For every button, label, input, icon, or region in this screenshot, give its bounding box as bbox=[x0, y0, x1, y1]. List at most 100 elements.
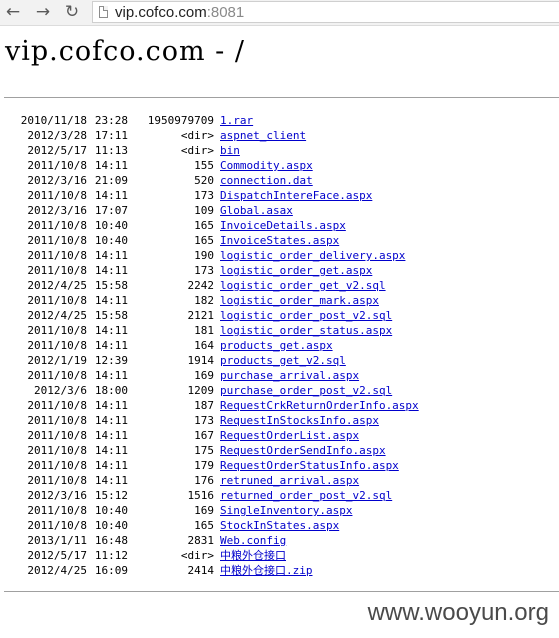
entry-time: 14:11 bbox=[94, 444, 128, 457]
url-text[interactable]: vip.cofco.com:8081 bbox=[115, 4, 244, 22]
entry-size: 165 bbox=[194, 234, 214, 247]
entry-size: 190 bbox=[194, 249, 214, 262]
listing-row: 2010/11/18 23:28 1950979709 1.rar bbox=[0, 114, 559, 129]
entry-date: 2011/10/8 bbox=[27, 429, 87, 442]
entry-link[interactable]: returned_order_post_v2.sql bbox=[220, 489, 392, 503]
entry-size: 173 bbox=[194, 264, 214, 277]
entry-link[interactable]: StockInStates.aspx bbox=[220, 519, 339, 533]
entry-date: 2012/3/16 bbox=[27, 489, 87, 502]
entry-size: <dir> bbox=[180, 129, 214, 142]
entry-time: 14:11 bbox=[94, 294, 128, 307]
arrow-right-icon[interactable]: → bbox=[33, 2, 53, 22]
entry-link[interactable]: retruned_arrival.aspx bbox=[220, 474, 359, 488]
entry-link[interactable]: RequestCrkReturnOrderInfo.aspx bbox=[220, 399, 419, 413]
entry-link[interactable]: Commodity.aspx bbox=[220, 159, 313, 173]
listing-row: 2012/3/16 15:12 1516 returned_order_post_v2… bbox=[0, 489, 559, 504]
entry-time: 14:11 bbox=[94, 249, 128, 262]
listing-row: 2012/3/6 18:00 1209 purchase_order_post_v2.… bbox=[0, 384, 559, 399]
entry-time: 15:58 bbox=[94, 309, 128, 322]
entry-size: <dir> bbox=[180, 144, 214, 157]
entry-date: 2011/10/8 bbox=[27, 339, 87, 352]
entry-link[interactable]: SingleInventory.aspx bbox=[220, 504, 352, 518]
entry-date: 2011/10/8 bbox=[27, 264, 87, 277]
entry-size: 2831 bbox=[187, 534, 215, 547]
entry-link[interactable]: bin bbox=[220, 144, 240, 158]
entry-size: 109 bbox=[194, 204, 214, 217]
listing-row: 2011/10/8 14:11 187 RequestCrkReturnOrderIn… bbox=[0, 399, 559, 414]
entry-date: 2012/4/25 bbox=[27, 279, 87, 292]
entry-link[interactable]: RequestOrderStatusInfo.aspx bbox=[220, 459, 399, 473]
entry-date: 2011/10/8 bbox=[27, 459, 87, 472]
entry-time: 14:11 bbox=[94, 189, 128, 202]
entry-size: 164 bbox=[194, 339, 214, 352]
listing-row: 2011/10/8 14:11 176 retruned_arrival.aspx bbox=[0, 474, 559, 489]
address-bar[interactable]: vip.cofco.com:8081 bbox=[92, 1, 559, 23]
entry-link[interactable]: RequestInStocksInfo.aspx bbox=[220, 414, 379, 428]
entry-time: 17:11 bbox=[94, 129, 128, 142]
entry-link[interactable]: logistic_order_get.aspx bbox=[220, 264, 372, 278]
entry-date: 2012/3/6 bbox=[34, 384, 87, 397]
entry-size: 2121 bbox=[187, 309, 215, 322]
entry-date: 2012/5/17 bbox=[27, 144, 87, 157]
entry-link[interactable]: logistic_order_post_v2.sql bbox=[220, 309, 392, 323]
entry-time: 15:58 bbox=[94, 279, 128, 292]
listing-row: 2011/10/8 14:11 190 logistic_order_delivery… bbox=[0, 249, 559, 264]
entry-size: 1914 bbox=[187, 354, 215, 367]
entry-size: 165 bbox=[194, 519, 214, 532]
entry-time: 11:12 bbox=[94, 549, 128, 562]
reload-icon[interactable]: ↻ bbox=[62, 2, 82, 22]
directory-listing: 2010/11/18 23:28 1950979709 1.rar 2012/3/28 1… bbox=[0, 114, 559, 579]
listing-row: 2011/10/8 14:11 173 RequestInStocksInfo.asp… bbox=[0, 414, 559, 429]
entry-time: 14:11 bbox=[94, 474, 128, 487]
entry-link[interactable]: 中粮外仓接口.zip bbox=[220, 564, 313, 578]
entry-link[interactable]: InvoiceStates.aspx bbox=[220, 234, 339, 248]
entry-date: 2011/10/8 bbox=[27, 444, 87, 457]
listing-row: 2012/3/16 21:09 520 connection.dat bbox=[0, 174, 559, 189]
page-title: vip.cofco.com - / bbox=[5, 36, 245, 67]
url-host: vip.cofco.com bbox=[115, 4, 207, 21]
entry-link[interactable]: logistic_order_delivery.aspx bbox=[220, 249, 405, 263]
entry-date: 2012/5/17 bbox=[27, 549, 87, 562]
listing-row: 2012/1/19 12:39 1914 products_get_v2.sql bbox=[0, 354, 559, 369]
entry-date: 2012/3/28 bbox=[27, 129, 87, 142]
listing-row: 2012/3/16 17:07 109 Global.asax bbox=[0, 204, 559, 219]
entry-link[interactable]: purchase_arrival.aspx bbox=[220, 369, 359, 383]
entry-date: 2011/10/8 bbox=[27, 399, 87, 412]
entry-time: 14:11 bbox=[94, 429, 128, 442]
entry-link[interactable]: Web.config bbox=[220, 534, 286, 548]
entry-link[interactable]: DispatchIntereFace.aspx bbox=[220, 189, 372, 203]
entry-date: 2011/10/8 bbox=[27, 219, 87, 232]
entry-link[interactable]: logistic_order_get_v2.sql bbox=[220, 279, 386, 293]
listing-row: 2012/5/17 11:13 <dir> bin bbox=[0, 144, 559, 159]
entry-link[interactable]: Global.asax bbox=[220, 204, 293, 218]
entry-link[interactable]: products_get.aspx bbox=[220, 339, 333, 353]
entry-link[interactable]: 中粮外仓接口 bbox=[220, 549, 286, 563]
entry-link[interactable]: 1.rar bbox=[220, 114, 253, 128]
listing-row: 2011/10/8 14:11 182 logistic_order_mark.asp… bbox=[0, 294, 559, 309]
listing-row: 2011/10/8 10:40 169 SingleInventory.aspx bbox=[0, 504, 559, 519]
listing-row: 2011/10/8 14:11 181 logistic_order_status.a… bbox=[0, 324, 559, 339]
entry-link[interactable]: purchase_order_post_v2.sql bbox=[220, 384, 392, 398]
entry-link[interactable]: connection.dat bbox=[220, 174, 313, 188]
entry-link[interactable]: RequestOrderSendInfo.aspx bbox=[220, 444, 386, 458]
arrow-left-icon[interactable]: ← bbox=[3, 2, 23, 22]
listing-row: 2011/10/8 14:11 155 Commodity.aspx bbox=[0, 159, 559, 174]
entry-size: 2242 bbox=[187, 279, 215, 292]
entry-time: 14:11 bbox=[94, 339, 128, 352]
entry-time: 14:11 bbox=[94, 324, 128, 337]
listing-row: 2012/5/17 11:12 <dir> 中粮外仓接口 bbox=[0, 549, 559, 564]
listing-row: 2011/10/8 10:40 165 InvoiceDetails.aspx bbox=[0, 219, 559, 234]
bottom-divider bbox=[4, 591, 559, 592]
entry-link[interactable]: RequestOrderList.aspx bbox=[220, 429, 359, 443]
entry-link[interactable]: aspnet_client bbox=[220, 129, 306, 143]
listing-row: 2012/4/25 15:58 2121 logistic_order_post_v2… bbox=[0, 309, 559, 324]
listing-row: 2013/1/11 16:48 2831 Web.config bbox=[0, 534, 559, 549]
top-divider bbox=[4, 97, 559, 98]
entry-link[interactable]: logistic_order_status.aspx bbox=[220, 324, 392, 338]
entry-link[interactable]: logistic_order_mark.aspx bbox=[220, 294, 379, 308]
entry-link[interactable]: InvoiceDetails.aspx bbox=[220, 219, 346, 233]
entry-time: 21:09 bbox=[94, 174, 128, 187]
entry-date: 2011/10/8 bbox=[27, 369, 87, 382]
entry-size: 2414 bbox=[187, 564, 215, 577]
entry-link[interactable]: products_get_v2.sql bbox=[220, 354, 346, 368]
